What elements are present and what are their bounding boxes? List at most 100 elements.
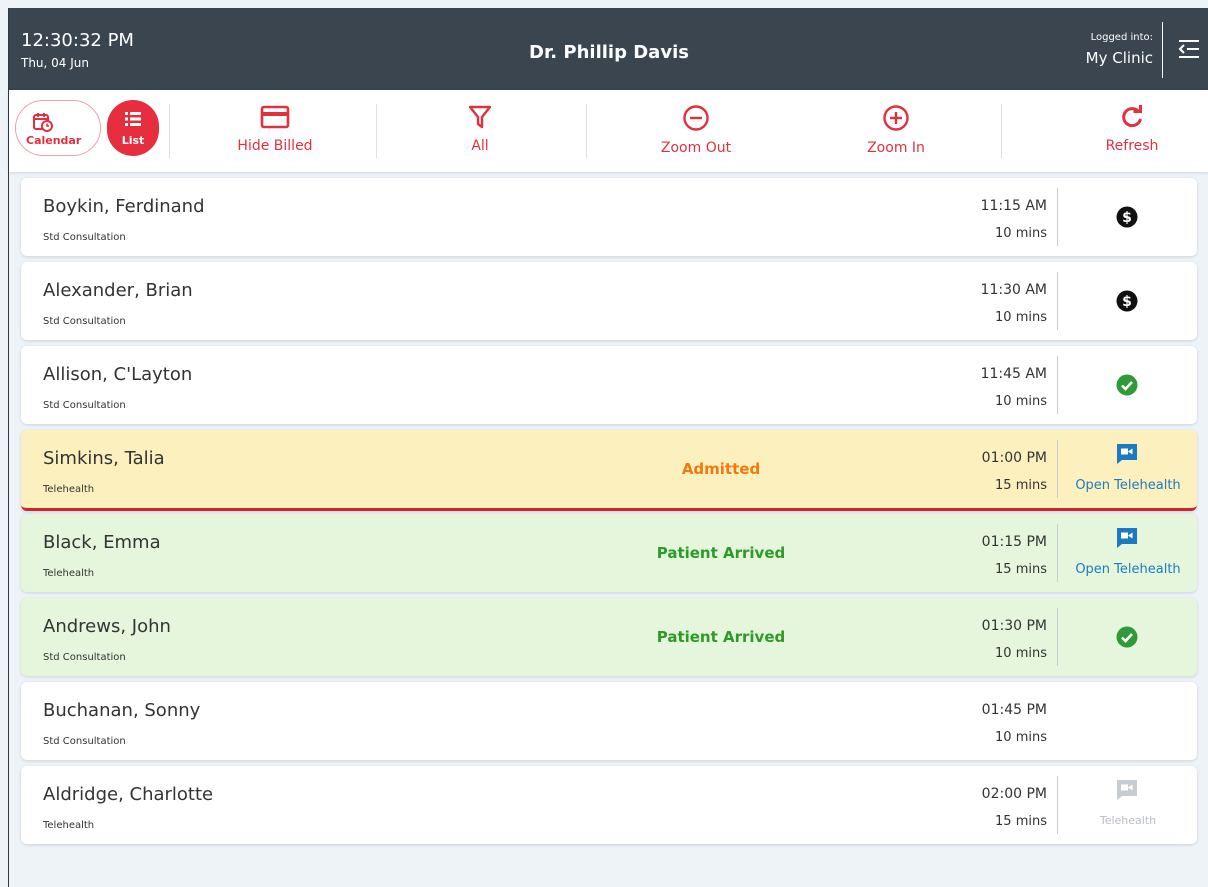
appointment-row[interactable]: Simkins, Talia Telehealth Admitted 01:00…	[21, 430, 1197, 511]
clinic-name: My Clinic	[1085, 49, 1153, 67]
open-telehealth-label: Open Telehealth	[1075, 562, 1181, 577]
zoom-out-label: Zoom Out	[660, 140, 732, 156]
check-icon[interactable]	[1059, 598, 1197, 676]
app-frame: 12:30:32 PM Thu, 04 Jun Dr. Phillip Davi…	[8, 8, 1208, 887]
zoom-in-icon	[883, 105, 909, 131]
appointment-time: 01:45 PM	[981, 702, 1047, 718]
video-chat-icon	[1117, 528, 1137, 548]
appointment-row[interactable]: Black, Emma Telehealth Patient Arrived 0…	[21, 514, 1197, 592]
filter-label: All	[471, 138, 489, 154]
toolbar-divider	[586, 104, 587, 158]
toolbar-divider	[376, 104, 377, 158]
appointment-row[interactable]: Alexander, Brian Std Consultation 11:30 …	[21, 262, 1197, 340]
svg-text:$: $	[1122, 294, 1132, 310]
zoom-in-label: Zoom In	[867, 140, 925, 156]
appointment-type: Std Consultation	[43, 736, 126, 747]
appointment-status: Patient Arrived	[656, 628, 786, 646]
appointment-row[interactable]: Aldridge, Charlotte Telehealth 02:00 PM …	[21, 766, 1197, 844]
appointment-type: Telehealth	[43, 820, 95, 831]
list-icon	[125, 112, 141, 126]
refresh-icon	[1122, 105, 1142, 128]
appointment-time: 01:00 PM	[981, 450, 1047, 466]
toolbar: Calendar List Hide Billed All Zoom Out Z…	[9, 90, 1208, 172]
row-divider	[1057, 188, 1058, 246]
open-telehealth-label: Open Telehealth	[1075, 478, 1181, 493]
patient-name: Andrews, John	[43, 616, 171, 637]
appointment-duration: 10 mins	[995, 310, 1047, 325]
logged-into-label: Logged into:	[1090, 32, 1153, 43]
appointment-duration: 10 mins	[995, 730, 1047, 745]
row-divider	[1057, 608, 1058, 666]
appointment-time: 11:30 AM	[980, 282, 1047, 298]
filter-button[interactable]: All	[405, 98, 555, 168]
patient-name: Simkins, Talia	[43, 448, 165, 469]
appointment-duration: 10 mins	[995, 226, 1047, 241]
video-chat-icon	[1117, 444, 1137, 464]
appointment-row[interactable]: Buchanan, Sonny Std Consultation 01:45 P…	[21, 682, 1197, 760]
appointment-type: Telehealth	[43, 484, 95, 495]
calendar-view-button[interactable]: Calendar	[15, 100, 101, 156]
calendar-clock-icon	[33, 113, 53, 132]
appointment-row[interactable]: Andrews, John Std Consultation Patient A…	[21, 598, 1197, 676]
row-divider	[1057, 524, 1058, 582]
filter-icon	[468, 105, 492, 129]
list-view-button[interactable]: List	[107, 100, 159, 156]
telehealth-disabled-button: Telehealth	[1059, 766, 1197, 844]
doctor-name: Dr. Phillip Davis	[529, 42, 689, 63]
billed-icon[interactable]: $	[1059, 178, 1197, 256]
appointment-time: 01:30 PM	[981, 618, 1047, 634]
clinic-info: Logged into: My Clinic	[1086, 32, 1153, 67]
appointment-duration: 10 mins	[995, 394, 1047, 409]
row-divider	[1057, 440, 1058, 498]
appointment-duration: 15 mins	[995, 814, 1047, 829]
view-toggle: Calendar List	[15, 100, 163, 156]
appointment-type: Std Consultation	[43, 316, 126, 327]
appointment-type: Std Consultation	[43, 232, 126, 243]
refresh-label: Refresh	[1105, 138, 1159, 154]
calendar-label: Calendar	[26, 134, 82, 147]
open-telehealth-button[interactable]: Open Telehealth	[1059, 430, 1197, 508]
row-divider	[1057, 776, 1058, 834]
row-divider	[1057, 272, 1058, 330]
check-icon[interactable]	[1059, 346, 1197, 424]
zoom-out-button[interactable]: Zoom Out	[621, 98, 771, 168]
appointment-duration: 15 mins	[995, 562, 1047, 577]
appointment-type: Std Consultation	[43, 652, 126, 663]
telehealth-label: Telehealth	[1099, 814, 1157, 827]
appointment-type: Telehealth	[43, 568, 95, 579]
appointment-time: 01:15 PM	[981, 534, 1047, 550]
appointment-time: 11:15 AM	[980, 198, 1047, 214]
menu-collapse-icon[interactable]	[1177, 38, 1201, 60]
zoom-in-button[interactable]: Zoom In	[821, 98, 971, 168]
patient-name: Aldridge, Charlotte	[43, 784, 214, 805]
appointment-duration: 15 mins	[995, 478, 1047, 493]
svg-text:$: $	[1122, 210, 1132, 226]
toolbar-divider	[1001, 104, 1002, 158]
appointment-duration: 10 mins	[995, 646, 1047, 661]
refresh-button[interactable]: Refresh	[1057, 98, 1207, 168]
patient-name: Alexander, Brian	[43, 280, 193, 301]
list-label: List	[121, 134, 145, 147]
appointment-type: Std Consultation	[43, 400, 126, 411]
hide-billed-label: Hide Billed	[237, 138, 313, 154]
appointment-time: 02:00 PM	[981, 786, 1047, 802]
credit-card-icon	[260, 105, 290, 129]
patient-name: Buchanan, Sonny	[43, 700, 201, 721]
video-chat-icon	[1117, 780, 1137, 800]
billed-icon[interactable]: $	[1059, 262, 1197, 340]
zoom-out-icon	[683, 105, 709, 131]
appointment-time: 11:45 AM	[980, 366, 1047, 382]
appointment-row[interactable]: Boykin, Ferdinand Std Consultation 11:15…	[21, 178, 1197, 256]
row-divider	[1057, 356, 1058, 414]
appointment-row[interactable]: Allison, C'Layton Std Consultation 11:45…	[21, 346, 1197, 424]
top-bar: 12:30:32 PM Thu, 04 Jun Dr. Phillip Davi…	[9, 8, 1208, 90]
appointment-status: Admitted	[681, 460, 761, 478]
header-divider	[1162, 22, 1163, 78]
open-telehealth-button[interactable]: Open Telehealth	[1059, 514, 1197, 592]
appointment-status: Patient Arrived	[656, 544, 786, 562]
toolbar-divider	[169, 104, 170, 158]
patient-name: Black, Emma	[43, 532, 161, 553]
patient-name: Boykin, Ferdinand	[43, 196, 205, 217]
hide-billed-button[interactable]: Hide Billed	[200, 98, 350, 168]
patient-name: Allison, C'Layton	[43, 364, 193, 385]
